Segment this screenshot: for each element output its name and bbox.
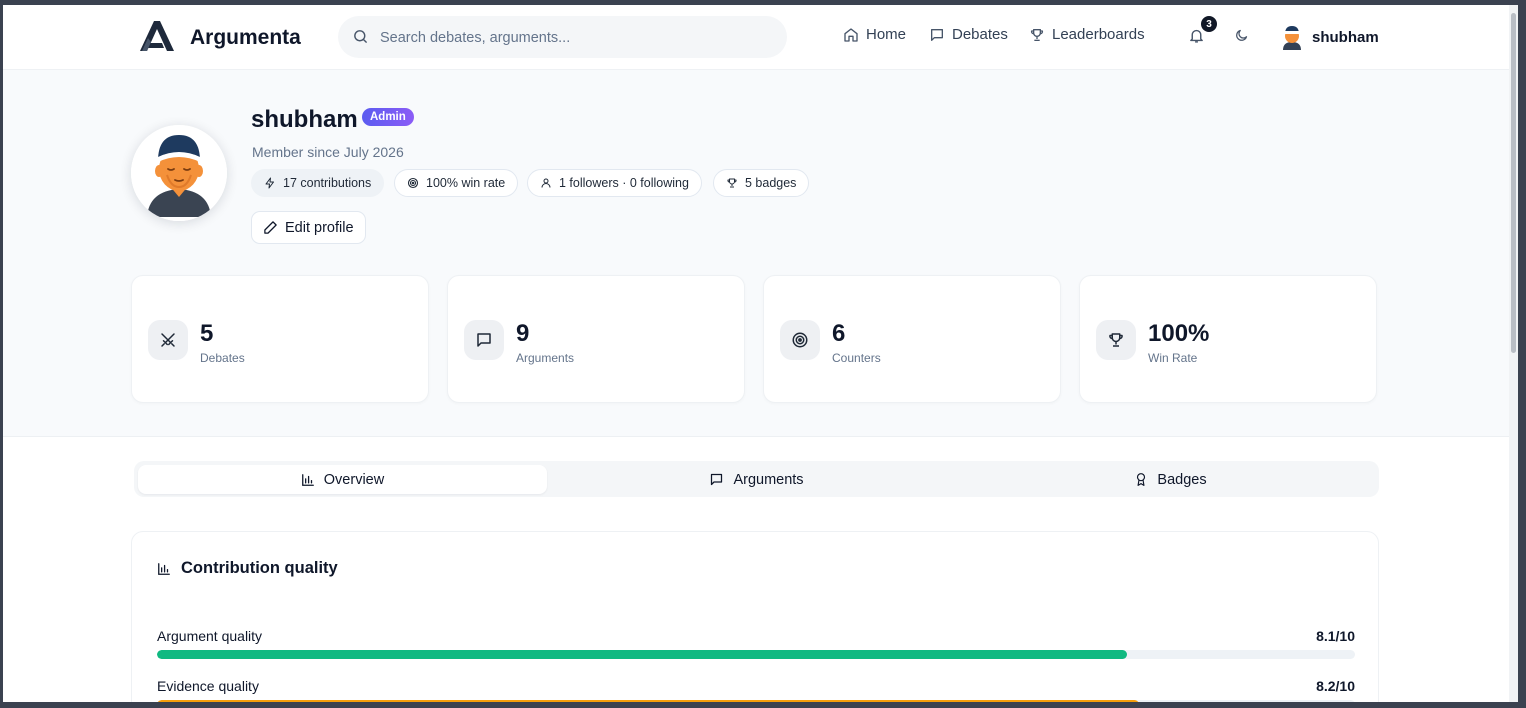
quality-track [157, 650, 1355, 659]
tab-overview-label: Overview [323, 471, 385, 488]
nav-debates-label: Debates [952, 26, 1008, 43]
admin-badge: Admin [362, 108, 414, 126]
member-since: Member since July 2026 [252, 144, 404, 160]
win-rate-chip-label: 100% win rate [426, 176, 506, 190]
bar-chart-icon [301, 473, 314, 486]
award-icon [1137, 473, 1146, 486]
nav-home-label: Home [866, 26, 907, 43]
quality-bar [157, 700, 1140, 702]
tab-arguments-label: Arguments [733, 471, 804, 488]
search-icon [354, 30, 367, 43]
search-input[interactable] [378, 16, 772, 60]
message-square-icon [931, 28, 943, 41]
notifications-button[interactable]: 3 [1188, 16, 1217, 49]
trophy-icon [1030, 28, 1044, 41]
scrollbar-thumb[interactable] [1511, 13, 1516, 353]
trophy-icon [727, 178, 737, 188]
profile-tabs: Overview Arguments Badges [134, 461, 1379, 497]
stat-label: Counters [832, 351, 881, 365]
quality-label: Argument quality [157, 628, 263, 644]
theme-toggle-button[interactable] [1234, 28, 1249, 48]
contributions-chip: 17 contributions [251, 169, 385, 197]
crossed-swords-icon [148, 320, 188, 360]
avatar [1283, 26, 1301, 50]
contributions-chip-label: 17 contributions [283, 176, 372, 190]
edit-profile-button[interactable]: Edit profile [251, 211, 366, 244]
stat-value: 5 [200, 320, 214, 347]
nav-debates[interactable]: Debates [929, 26, 1008, 43]
stat-label: Win Rate [1148, 351, 1198, 365]
tab-overview[interactable]: Overview [138, 465, 547, 494]
notification-count-badge: 3 [1201, 16, 1217, 32]
stat-label: Arguments [516, 351, 575, 365]
stat-value: 6 [832, 320, 846, 347]
message-square-icon [464, 320, 504, 360]
follow-chip-label: 1 followers · 0 following [559, 176, 689, 190]
badges-chip-label: 5 badges [745, 176, 797, 190]
profile-name: shubham [251, 106, 358, 133]
stat-card-counters: 6 Counters [763, 275, 1061, 403]
profile-header-section: shubham Admin Member since July 2026 17 … [3, 70, 1509, 437]
tab-badges[interactable]: Badges [966, 465, 1375, 494]
profile-avatar [131, 125, 227, 221]
stat-card-arguments: 9 Arguments [447, 275, 745, 403]
stat-value: 9 [516, 320, 530, 347]
browser-viewport: Argumenta Home Debates Leaderboards 3 [3, 5, 1518, 702]
nav-home[interactable]: Home [843, 26, 906, 43]
pencil-icon [264, 221, 277, 234]
brand-name[interactable]: Argumenta [190, 26, 301, 50]
user-icon [541, 178, 551, 188]
trophy-icon [1096, 320, 1136, 360]
target-icon [780, 320, 820, 360]
nav-leaderboards[interactable]: Leaderboards [1029, 26, 1145, 43]
stat-value: 100% [1148, 320, 1210, 347]
stat-label: Debates [200, 351, 245, 365]
stat-card-win-rate: 100% Win Rate [1079, 275, 1377, 403]
quality-bar [157, 650, 1128, 659]
tab-badges-label: Badges [1157, 471, 1207, 488]
zap-icon [265, 177, 274, 189]
tab-arguments[interactable]: Arguments [552, 465, 961, 494]
top-navbar: Argumenta Home Debates Leaderboards 3 [3, 5, 1509, 70]
quality-value: 8.1/10 [1316, 628, 1355, 644]
win-rate-chip: 100% win rate [394, 169, 519, 197]
argumenta-logo-icon[interactable] [136, 18, 176, 54]
search-box[interactable] [338, 16, 787, 60]
quality-label: Evidence quality [157, 678, 259, 694]
message-square-icon [711, 473, 723, 486]
target-icon [407, 177, 419, 189]
card-title-label: Contribution quality [181, 559, 338, 577]
follow-chip[interactable]: 1 followers · 0 following [527, 169, 702, 197]
badges-chip: 5 badges [713, 169, 810, 197]
scrollbar[interactable] [1509, 5, 1518, 702]
stat-card-debates: 5 Debates [131, 275, 429, 403]
card-title: Contribution quality [157, 559, 338, 578]
nav-leaderboards-label: Leaderboards [1052, 26, 1145, 43]
user-menu[interactable]: shubham [1280, 23, 1379, 51]
quality-value: 8.2/10 [1316, 678, 1355, 694]
moon-icon [1236, 29, 1248, 41]
contribution-quality-card: Contribution quality Argument quality 8.… [131, 531, 1379, 702]
bar-chart-icon [158, 562, 170, 575]
home-icon [844, 27, 858, 42]
quality-track [157, 700, 1355, 702]
edit-profile-label: Edit profile [285, 219, 354, 236]
user-name: shubham [1312, 28, 1379, 46]
